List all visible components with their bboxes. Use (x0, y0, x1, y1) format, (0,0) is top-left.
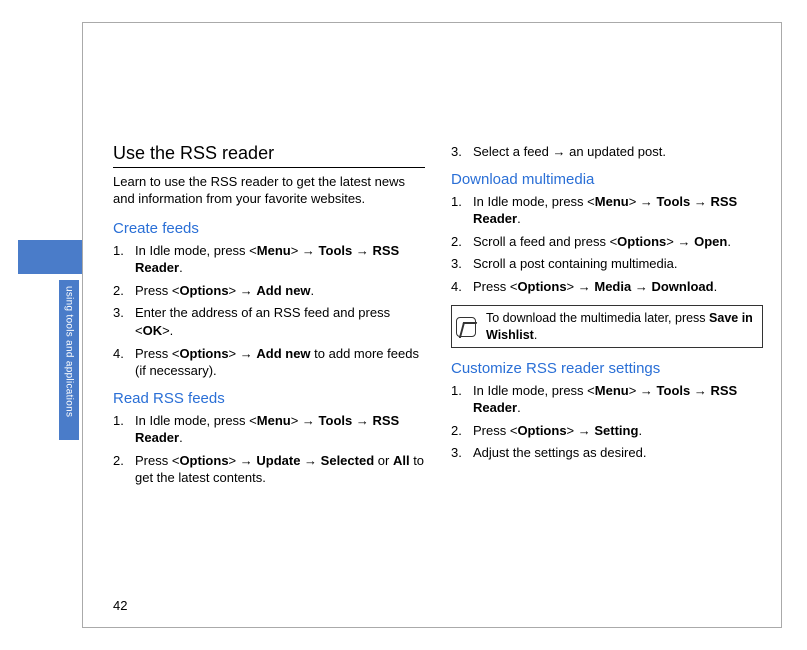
bold-term: Menu (595, 383, 629, 398)
section-heading: Download multimedia (451, 171, 763, 188)
steps-list: In Idle mode, press <Menu> → Tools → RSS… (451, 382, 763, 462)
step-item: Press <Options> → Add new. (113, 282, 425, 300)
steps-list: In Idle mode, press <Menu> → Tools → RSS… (113, 412, 425, 487)
steps-list-continuation: Select a feed → an updated post. (451, 143, 763, 161)
step-item: Scroll a post containing multimedia. (451, 255, 763, 273)
bold-term: Options (179, 283, 228, 298)
bold-term: Options (517, 279, 566, 294)
side-tab-accent (18, 240, 82, 274)
note-icon-cell (452, 306, 480, 347)
section-heading: Read RSS feeds (113, 390, 425, 407)
step-item: In Idle mode, press <Menu> → Tools → RSS… (451, 382, 763, 417)
bold-term: Options (517, 423, 566, 438)
note-text: To download the multimedia later, press … (480, 306, 762, 347)
steps-list: In Idle mode, press <Menu> → Tools → RSS… (451, 193, 763, 296)
left-column: Use the RSS reader Learn to use the RSS … (113, 143, 425, 497)
bold-term: Save in Wishlist (486, 311, 753, 341)
step-item: Press <Options> → Update → Selected or A… (113, 452, 425, 487)
bold-term: Update (256, 453, 300, 468)
bold-term: Menu (257, 413, 291, 428)
bold-term: Open (694, 234, 727, 249)
bold-term: All (393, 453, 410, 468)
section-heading: Create feeds (113, 220, 425, 237)
bold-term: Media (594, 279, 631, 294)
page-title: Use the RSS reader (113, 143, 425, 168)
bold-term: Tools (319, 413, 353, 428)
bold-term: OK (143, 323, 163, 338)
step-item: Press <Options> → Media → Download. (451, 278, 763, 296)
bold-term: Add new (256, 346, 310, 361)
step-item: In Idle mode, press <Menu> → Tools → RSS… (451, 193, 763, 228)
step-item: Scroll a feed and press <Options> → Open… (451, 233, 763, 251)
steps-list: In Idle mode, press <Menu> → Tools → RSS… (113, 242, 425, 380)
section-heading: Customize RSS reader settings (451, 360, 763, 377)
note-box: To download the multimedia later, press … (451, 305, 763, 348)
step-item: Press <Options> → Setting. (451, 422, 763, 440)
right-column: Select a feed → an updated post. Downloa… (451, 143, 763, 497)
bold-term: Add new (256, 283, 310, 298)
step-item: In Idle mode, press <Menu> → Tools → RSS… (113, 242, 425, 277)
page-number: 42 (113, 598, 127, 613)
content-columns: Use the RSS reader Learn to use the RSS … (113, 143, 763, 497)
bold-term: Selected (321, 453, 374, 468)
bold-term: Options (179, 453, 228, 468)
side-section-label: using tools and applications (59, 280, 79, 440)
bold-term: Tools (319, 243, 353, 258)
step-item: In Idle mode, press <Menu> → Tools → RSS… (113, 412, 425, 447)
page-frame: Use the RSS reader Learn to use the RSS … (82, 22, 782, 628)
bold-term: Menu (257, 243, 291, 258)
step-item: Press <Options> → Add new to add more fe… (113, 345, 425, 380)
step-item: Enter the address of an RSS feed and pre… (113, 304, 425, 339)
bold-term: Tools (657, 194, 691, 209)
step-item: Select a feed → an updated post. (451, 143, 763, 161)
bold-term: Download (651, 279, 713, 294)
bold-term: Tools (657, 383, 691, 398)
bold-term: Options (617, 234, 666, 249)
intro-paragraph: Learn to use the RSS reader to get the l… (113, 174, 425, 208)
step-item: Adjust the settings as desired. (451, 444, 763, 462)
note-icon (456, 317, 476, 337)
bold-term: Options (179, 346, 228, 361)
bold-term: Menu (595, 194, 629, 209)
bold-term: Setting (594, 423, 638, 438)
